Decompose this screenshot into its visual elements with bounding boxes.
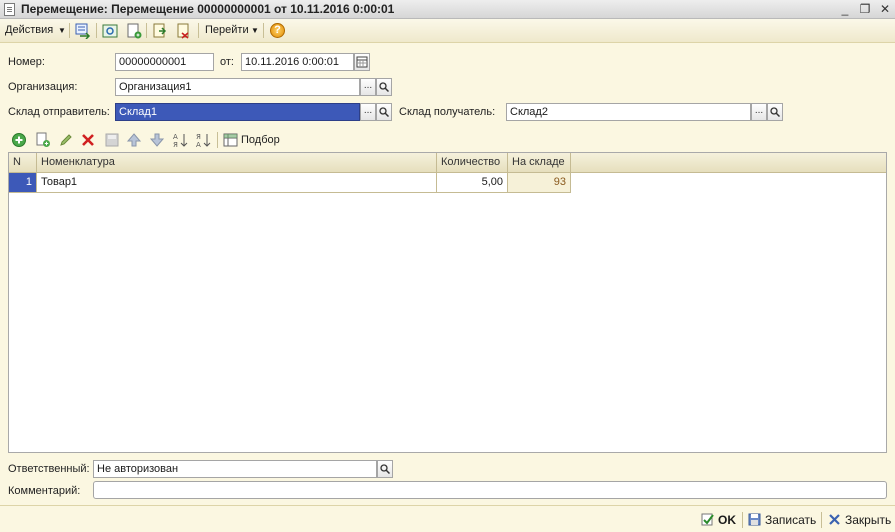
goto-dropdown-icon[interactable]: ▼ xyxy=(251,26,259,35)
move-up-icon[interactable] xyxy=(126,132,142,148)
structure-icon[interactable] xyxy=(126,23,142,39)
toolbar-separator xyxy=(198,23,199,38)
selection-icon[interactable] xyxy=(223,132,239,148)
source-warehouse-label: Склад отправитель: xyxy=(8,106,110,118)
document-icon xyxy=(4,3,15,16)
organization-label: Организация: xyxy=(8,81,78,93)
post-document-icon[interactable] xyxy=(152,23,168,39)
move-down-icon[interactable] xyxy=(149,132,165,148)
column-header-quantity[interactable]: Количество xyxy=(437,153,508,173)
organization-choose-button[interactable]: ... xyxy=(360,78,376,96)
close-button[interactable]: Закрыть xyxy=(845,513,891,527)
close-window-button[interactable]: ✕ xyxy=(877,1,893,17)
search-icon xyxy=(379,82,390,93)
add-row-icon[interactable] xyxy=(11,132,27,148)
calendar-button[interactable] xyxy=(354,53,370,71)
responsible-label: Ответственный: xyxy=(8,463,90,475)
destination-warehouse-search-button[interactable] xyxy=(767,103,783,121)
footer-divider xyxy=(0,505,895,506)
toolbar-separator xyxy=(69,23,70,38)
row-number-cell[interactable]: 1 xyxy=(9,173,37,193)
source-warehouse-search-button[interactable] xyxy=(376,103,392,121)
save-disk-icon[interactable] xyxy=(748,513,761,526)
ok-button[interactable]: OK xyxy=(718,513,736,527)
comment-field[interactable] xyxy=(93,481,887,499)
svg-text:A: A xyxy=(173,133,178,141)
save-button[interactable]: Записать xyxy=(765,513,816,527)
goto-menu[interactable]: Перейти xyxy=(205,24,249,36)
sort-ascending-icon[interactable]: A Я xyxy=(172,132,188,148)
svg-text:A: A xyxy=(196,141,201,148)
delete-row-icon[interactable] xyxy=(80,132,96,148)
number-label: Номер: xyxy=(8,56,45,68)
quantity-cell[interactable]: 5,00 xyxy=(437,173,508,193)
edit-row-icon[interactable] xyxy=(58,132,74,148)
destination-warehouse-field[interactable]: Склад2 xyxy=(506,103,751,121)
date-label: от: xyxy=(220,56,234,68)
restore-button[interactable]: ❐ xyxy=(857,1,873,17)
column-header-item[interactable]: Номенклатура xyxy=(37,153,437,173)
sort-descending-icon[interactable]: Я A xyxy=(195,132,211,148)
calendar-icon xyxy=(356,56,368,68)
svg-text:Я: Я xyxy=(173,141,178,148)
actions-menu[interactable]: Действия xyxy=(5,24,53,36)
comment-label: Комментарий: xyxy=(8,485,81,497)
help-icon[interactable]: ? xyxy=(270,23,285,38)
source-warehouse-field[interactable]: Склад1 xyxy=(115,103,360,121)
item-cell[interactable]: Товар1 xyxy=(37,173,437,193)
unpost-document-icon[interactable] xyxy=(176,23,192,39)
toolbar-separator xyxy=(217,132,218,148)
title-bar: Перемещение: Перемещение 00000000001 от … xyxy=(0,0,895,19)
toolbar-separator xyxy=(96,23,97,38)
footer-separator xyxy=(742,512,743,528)
search-icon xyxy=(379,107,390,118)
toolbar-separator xyxy=(146,23,147,38)
minimize-button[interactable]: _ xyxy=(837,1,853,17)
column-header-filler xyxy=(571,153,886,173)
column-header-stock[interactable]: На складе xyxy=(508,153,571,173)
organization-field[interactable]: Организация1 xyxy=(115,78,360,96)
window-title: Перемещение: Перемещение 00000000001 от … xyxy=(21,2,395,16)
copy-row-icon[interactable] xyxy=(35,132,51,148)
ok-check-icon[interactable] xyxy=(701,513,714,526)
toolbar-separator xyxy=(263,23,264,38)
organization-search-button[interactable] xyxy=(376,78,392,96)
stock-cell: 93 xyxy=(508,173,571,193)
journal-icon[interactable] xyxy=(102,23,118,39)
goods-table[interactable]: N Номенклатура Количество На складе 1 То… xyxy=(8,152,887,453)
close-x-icon[interactable] xyxy=(828,513,841,526)
svg-text:Я: Я xyxy=(196,133,201,141)
table-row[interactable]: 1 Товар1 5,00 93 xyxy=(9,173,571,193)
selection-button[interactable]: Подбор xyxy=(241,134,280,146)
end-edit-icon[interactable] xyxy=(104,132,120,148)
destination-warehouse-label: Склад получатель: xyxy=(399,106,496,118)
source-warehouse-choose-button[interactable]: ... xyxy=(360,103,376,121)
footer-separator xyxy=(821,512,822,528)
column-header-number[interactable]: N xyxy=(9,153,37,173)
actions-dropdown-icon[interactable]: ▼ xyxy=(58,26,66,35)
responsible-field[interactable]: Не авторизован xyxy=(93,460,377,478)
main-toolbar: Действия ▼ Перейти ▼ ? xyxy=(0,19,895,43)
responsible-search-button[interactable] xyxy=(377,460,393,478)
search-icon xyxy=(380,464,391,475)
post-and-close-icon[interactable] xyxy=(75,23,91,39)
number-field[interactable]: 00000000001 xyxy=(115,53,214,71)
date-field[interactable]: 10.11.2016 0:00:01 xyxy=(241,53,354,71)
search-icon xyxy=(770,107,781,118)
destination-warehouse-choose-button[interactable]: ... xyxy=(751,103,767,121)
